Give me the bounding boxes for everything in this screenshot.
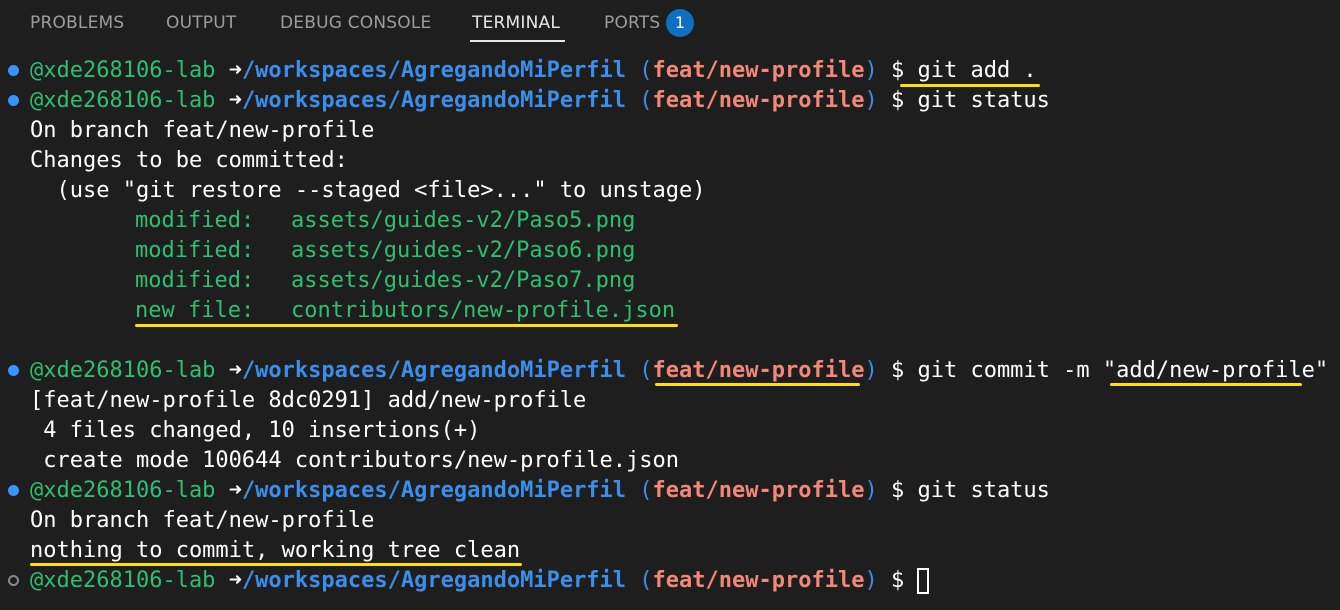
- command-success-dot[interactable]: [8, 365, 19, 376]
- command-success-dot[interactable]: [8, 95, 19, 106]
- tab-ports[interactable]: PORTS: [604, 13, 660, 33]
- prompt-arrow-icon: ➜: [228, 58, 242, 83]
- prompt-branch: feat/new-profile: [652, 568, 865, 593]
- prompt-branch: feat/new-profile: [652, 58, 865, 83]
- commit-message: add/new-profile: [1116, 358, 1315, 383]
- terminal-output[interactable]: @xde268106-lab ➜/workspaces/AgregandoMiP…: [0, 56, 1340, 610]
- prompt-user: @xde268106-lab: [30, 88, 216, 113]
- terminal-cursor[interactable]: [917, 568, 930, 594]
- prompt-line: @xde268106-lab ➜/workspaces/AgregandoMiP…: [30, 358, 1329, 383]
- staged-file-entry: modified: assets/guides-v2/Paso7.png: [135, 268, 636, 293]
- command-success-dot[interactable]: [8, 65, 19, 76]
- prompt-branch: feat/new-profile: [652, 88, 865, 113]
- prompt-line-active: @xde268106-lab ➜/workspaces/AgregandoMiP…: [30, 566, 930, 596]
- prompt-line: @xde268106-lab ➜/workspaces/AgregandoMiP…: [30, 478, 1050, 503]
- annotation-underline: [655, 383, 860, 386]
- prompt-user: @xde268106-lab: [30, 58, 216, 83]
- prompt-user: @xde268106-lab: [30, 478, 216, 503]
- active-tab-indicator: [470, 40, 565, 42]
- output-line: (use "git restore --staged <file>..." to…: [30, 178, 706, 203]
- command-text: git status: [917, 88, 1050, 113]
- command-success-dot[interactable]: [8, 485, 19, 496]
- command-text: git commit -m ": [917, 358, 1117, 383]
- staged-file-entry: modified: assets/guides-v2/Paso5.png: [135, 208, 636, 233]
- prompt-arrow-icon: ➜: [228, 88, 242, 113]
- tab-terminal[interactable]: TERMINAL: [472, 13, 560, 33]
- ports-count-badge: 1: [666, 9, 694, 37]
- prompt-path: /workspaces/AgregandoMiPerfil: [241, 478, 627, 503]
- annotation-underline: [900, 84, 1040, 87]
- prompt-user: @xde268106-lab: [30, 568, 216, 593]
- output-line: Changes to be committed:: [30, 148, 348, 173]
- output-line: On branch feat/new-profile: [30, 118, 375, 143]
- prompt-line: @xde268106-lab ➜/workspaces/AgregandoMiP…: [30, 88, 1050, 113]
- command-pending-dot[interactable]: [8, 575, 19, 586]
- annotation-underline: [1110, 383, 1302, 386]
- prompt-path: /workspaces/AgregandoMiPerfil: [241, 88, 627, 113]
- prompt-arrow-icon: ➜: [228, 568, 242, 593]
- prompt-line: @xde268106-lab ➜/workspaces/AgregandoMiP…: [30, 58, 1037, 83]
- prompt-path: /workspaces/AgregandoMiPerfil: [241, 58, 627, 83]
- annotation-underline: [30, 563, 522, 566]
- prompt-path: /workspaces/AgregandoMiPerfil: [241, 568, 627, 593]
- prompt-path: /workspaces/AgregandoMiPerfil: [241, 358, 627, 383]
- output-line: create mode 100644 contributors/new-prof…: [30, 448, 680, 473]
- output-line: [feat/new-profile 8dc0291] add/new-profi…: [30, 388, 587, 413]
- staged-file-entry: modified: assets/guides-v2/Paso6.png: [135, 238, 636, 263]
- output-line: nothing to commit, working tree clean: [30, 538, 521, 563]
- command-text: git status: [917, 478, 1050, 503]
- output-line: 4 files changed, 10 insertions(+): [30, 418, 481, 443]
- panel-tab-bar: PROBLEMS OUTPUT DEBUG CONSOLE TERMINAL P…: [0, 0, 1340, 46]
- command-text: git add .: [917, 58, 1037, 83]
- tab-debug-console[interactable]: DEBUG CONSOLE: [280, 13, 431, 33]
- prompt-arrow-icon: ➜: [228, 358, 242, 383]
- tab-problems[interactable]: PROBLEMS: [30, 13, 124, 33]
- prompt-arrow-icon: ➜: [228, 478, 242, 503]
- prompt-branch: feat/new-profile: [652, 478, 865, 503]
- prompt-user: @xde268106-lab: [30, 358, 216, 383]
- tab-output[interactable]: OUTPUT: [166, 13, 237, 33]
- output-line: On branch feat/new-profile: [30, 508, 375, 533]
- annotation-underline: [135, 324, 678, 327]
- staged-file-entry: new file: contributors/new-profile.json: [135, 298, 676, 323]
- prompt-branch: feat/new-profile: [652, 358, 865, 383]
